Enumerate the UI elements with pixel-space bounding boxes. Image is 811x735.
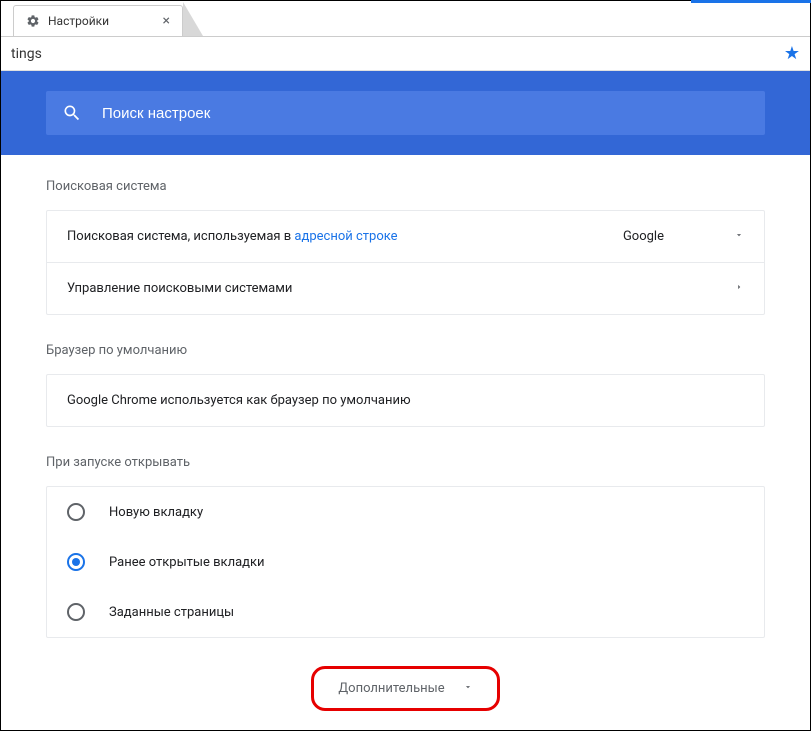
- settings-header: [1, 71, 810, 155]
- search-icon: [62, 103, 82, 123]
- startup-previous-tabs-label: Ранее открытые вкладки: [109, 555, 265, 570]
- default-browser-info: Google Chrome используется как браузер п…: [47, 375, 764, 426]
- search-engine-prefix: Поисковая система, используемая в: [67, 229, 294, 244]
- address-bar-link[interactable]: адресной строке: [294, 229, 397, 244]
- advanced-expand-button[interactable]: Дополнительные: [311, 666, 499, 711]
- manage-search-engines-row[interactable]: Управление поисковыми системами: [47, 263, 764, 314]
- address-text: tings: [11, 46, 784, 62]
- search-engine-label: Поисковая система, используемая в адресн…: [67, 229, 623, 244]
- chevron-right-icon: [734, 281, 744, 296]
- gear-icon: [26, 14, 40, 28]
- close-icon[interactable]: ×: [163, 14, 170, 28]
- radio-icon: [67, 603, 85, 621]
- search-engine-card: Поисковая система, используемая в адресн…: [46, 210, 765, 315]
- tab-settings[interactable]: Настройки ×: [13, 5, 183, 36]
- tab-bar: Настройки ×: [1, 1, 810, 37]
- search-input[interactable]: [102, 105, 749, 122]
- startup-specific-pages-label: Заданные страницы: [109, 605, 234, 620]
- manage-search-engines-label: Управление поисковыми системами: [67, 281, 734, 296]
- star-icon[interactable]: ★: [784, 43, 800, 64]
- tab-slant: [183, 2, 203, 36]
- expand-button-label: Дополнительные: [338, 681, 444, 696]
- search-wrapper[interactable]: [46, 91, 765, 135]
- search-engine-row[interactable]: Поисковая система, используемая в адресн…: [47, 211, 764, 263]
- search-engine-dropdown[interactable]: Google: [623, 229, 744, 244]
- startup-card: Новую вкладку Ранее открытые вкладки Зад…: [46, 486, 765, 638]
- chevron-down-icon: [463, 681, 473, 696]
- dropdown-value: Google: [623, 229, 664, 244]
- startup-option-new-tab[interactable]: Новую вкладку: [47, 487, 764, 537]
- settings-content: Поисковая система Поисковая система, исп…: [1, 155, 810, 735]
- default-browser-card: Google Chrome используется как браузер п…: [46, 374, 765, 427]
- section-title-startup: При запуске открывать: [46, 455, 765, 470]
- startup-option-previous-tabs[interactable]: Ранее открытые вкладки: [47, 537, 764, 587]
- address-bar[interactable]: tings ★: [1, 37, 810, 71]
- section-title-search-engine: Поисковая система: [46, 179, 765, 194]
- section-title-default-browser: Браузер по умолчанию: [46, 343, 765, 358]
- chevron-down-icon: [734, 229, 744, 244]
- startup-option-specific-pages[interactable]: Заданные страницы: [47, 587, 764, 637]
- radio-icon: [67, 503, 85, 521]
- startup-new-tab-label: Новую вкладку: [109, 505, 203, 520]
- expand-wrapper: Дополнительные: [46, 666, 765, 711]
- window-accent: [691, 0, 811, 3]
- radio-icon-selected: [67, 553, 85, 571]
- tab-title: Настройки: [48, 14, 109, 28]
